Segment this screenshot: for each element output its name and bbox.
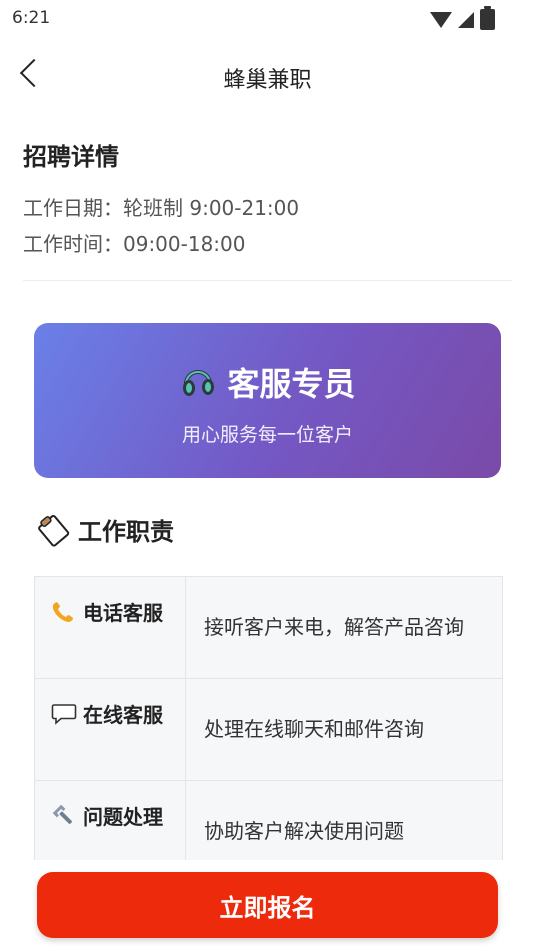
bottom-bar: 立即报名 xyxy=(0,860,535,951)
status-time: 6:21 xyxy=(12,8,51,28)
duties-title-row: 工作职责 xyxy=(36,512,174,547)
hero-title-row: 客服专员 xyxy=(34,359,501,405)
page-title: 蜂巢兼职 xyxy=(223,68,312,93)
duties-table: 电话客服 接听客户来电，解答产品咨询 在线客服 处理在线聊天和邮件咨询 问题处理… xyxy=(34,576,503,883)
wifi-icon xyxy=(430,11,452,28)
duties-title: 工作职责 xyxy=(78,518,174,546)
duty-label: 电话客服 xyxy=(83,601,163,625)
header: 蜂巢兼职 xyxy=(0,52,535,102)
chat-bubble-icon xyxy=(51,702,77,725)
work-date: 工作日期：轮班制 9:00-21:00 xyxy=(23,196,300,220)
duty-label-cell: 在线客服 xyxy=(35,679,186,780)
table-row: 电话客服 接听客户来电，解答产品咨询 xyxy=(35,577,502,679)
work-time: 工作时间：09:00-18:00 xyxy=(23,232,246,256)
status-bar: 6:21 xyxy=(0,0,535,36)
recruitment-details-title: 招聘详情 xyxy=(23,143,119,171)
battery-icon xyxy=(480,6,495,30)
signal-icon xyxy=(458,11,474,28)
headset-icon xyxy=(179,363,217,401)
clipboard-icon xyxy=(36,513,70,547)
duty-label: 在线客服 xyxy=(83,703,163,727)
divider xyxy=(23,280,512,281)
phone-icon xyxy=(51,600,77,622)
job-hero-card: 客服专员 用心服务每一位客户 xyxy=(34,323,501,478)
apply-now-button[interactable]: 立即报名 xyxy=(37,872,498,938)
hero-title: 客服专员 xyxy=(227,365,356,403)
status-icons xyxy=(430,6,495,30)
table-row: 在线客服 处理在线聊天和邮件咨询 xyxy=(35,679,502,781)
duty-description: 处理在线聊天和邮件咨询 xyxy=(204,717,424,741)
duty-description: 接听客户来电，解答产品咨询 xyxy=(204,615,464,639)
wrench-icon xyxy=(51,804,77,826)
duty-label-cell: 电话客服 xyxy=(35,577,186,678)
duty-label: 问题处理 xyxy=(83,805,163,829)
hero-subtitle: 用心服务每一位客户 xyxy=(181,424,353,446)
